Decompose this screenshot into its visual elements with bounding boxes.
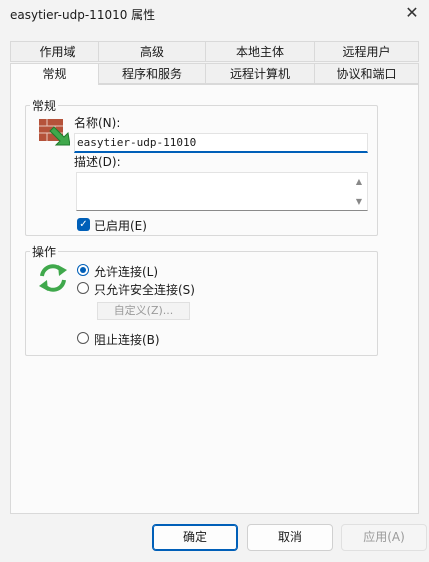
allow-label: 允许连接(L)	[94, 265, 159, 279]
general-group: 常规 名称(N): easytier-udp-11010 描述(D): ▲ ▼ …	[25, 97, 378, 236]
tab-scope[interactable]: 作用域	[10, 41, 105, 62]
title-bar: easytier-udp-11010 属性 ✕	[0, 0, 429, 28]
enabled-label: 已启用(E)	[94, 219, 147, 233]
customize-button[interactable]: 自定义(Z)...	[97, 302, 190, 320]
tab-programs-services[interactable]: 程序和服务	[98, 63, 206, 84]
allow-secure-label: 只允许安全连接(S)	[94, 283, 195, 297]
tab-general[interactable]: 常规	[10, 63, 99, 85]
scroll-down-icon[interactable]: ▼	[354, 197, 364, 206]
tab-remote-computers[interactable]: 远程计算机	[205, 63, 315, 84]
name-field[interactable]: easytier-udp-11010	[74, 133, 368, 153]
tab-local-principals[interactable]: 本地主体	[205, 41, 315, 62]
enabled-checkbox[interactable]: ✓	[77, 218, 90, 231]
general-group-title: 常规	[30, 97, 59, 114]
block-label: 阻止连接(B)	[94, 333, 160, 347]
tab-remote-users[interactable]: 远程用户	[314, 41, 419, 62]
tab-panel: 常规 名称(N): easytier-udp-11010 描述(D): ▲ ▼ …	[10, 84, 419, 514]
name-field-value: easytier-udp-11010	[77, 136, 197, 149]
window-title: easytier-udp-11010 属性	[10, 8, 156, 22]
close-icon[interactable]: ✕	[401, 2, 423, 24]
tab-protocols-ports[interactable]: 协议和端口	[314, 63, 419, 84]
apply-button[interactable]: 应用(A)	[341, 524, 427, 551]
ok-button[interactable]: 确定	[152, 524, 238, 551]
cancel-button[interactable]: 取消	[247, 524, 333, 551]
allow-radio[interactable]	[77, 264, 89, 276]
tab-advanced[interactable]: 高级	[98, 41, 206, 62]
firewall-icon	[39, 119, 70, 146]
action-group-title: 操作	[30, 243, 59, 260]
action-group: 操作 允许连接(L) 只允许安全连接(S) 自定义(Z)... 阻止连接(B)	[25, 243, 378, 356]
scroll-up-icon[interactable]: ▲	[354, 177, 364, 186]
refresh-icon	[39, 264, 67, 292]
name-label: 名称(N):	[74, 116, 121, 130]
description-label: 描述(D):	[74, 155, 121, 169]
block-radio[interactable]	[77, 332, 89, 344]
allow-secure-radio[interactable]	[77, 282, 89, 294]
description-field[interactable]: ▲ ▼	[76, 172, 368, 211]
